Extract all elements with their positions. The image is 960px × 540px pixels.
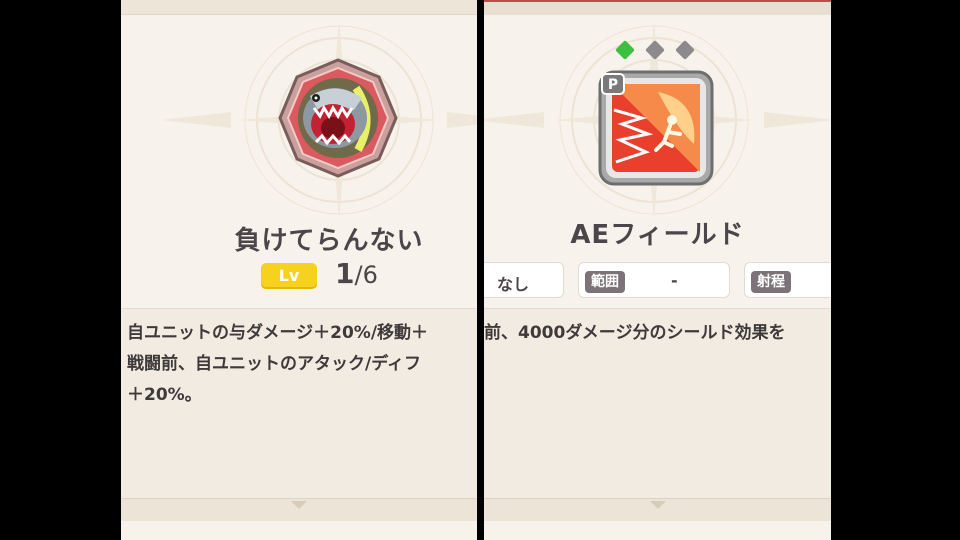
level-row: Lv 1/6 — [121, 257, 477, 307]
scroll-indicator-icon — [291, 501, 307, 509]
level-current: 1 — [335, 257, 355, 290]
top-strip — [121, 0, 477, 15]
stat-reach-label: 射程 — [751, 271, 791, 293]
description-line: ＋20%。 — [127, 385, 202, 405]
skill-icon-ae-field: P — [598, 70, 714, 186]
bottom-band — [121, 498, 477, 522]
stat-range: 範囲 - — [578, 262, 730, 298]
skill-title: AEフィールド — [570, 220, 745, 250]
skill-badge: P — [608, 77, 618, 93]
description-line: 戦闘前、自ユニットのアタック/ディフ — [127, 354, 422, 374]
description-line: 自ユニットの与ダメージ＋20%/移動＋ — [127, 323, 429, 343]
stat-range-label: 範囲 — [585, 271, 625, 293]
description-line: 前、4000ダメージ分のシールド効果を — [484, 323, 786, 343]
bottom-margin — [484, 521, 831, 540]
level-value: 1/6 — [335, 257, 378, 290]
stat-reach: 射程 — [744, 262, 831, 298]
skill-description: 前、4000ダメージ分のシールド効果を — [484, 318, 785, 349]
skill-description: 自ユニットの与ダメージ＋20%/移動＋ 戦闘前、自ユニットのアタック/ディフ ＋… — [127, 318, 428, 411]
level-badge: Lv — [261, 263, 317, 289]
skill-icon-shark — [278, 58, 398, 178]
skill-detail-panel-left: 負けてらんない Lv 1/6 自ユニットの与ダメージ＋20%/移動＋ 戦闘前、自… — [121, 0, 477, 540]
skill-detail-panel-right: P AEフィールド なし 範囲 - 射程 前、4000ダメージ分のシールド効果を — [484, 0, 831, 540]
stat-range-value: - — [671, 271, 678, 290]
bottom-margin — [121, 521, 477, 540]
stat-type-value: なし — [497, 275, 530, 294]
stats-row: なし 範囲 - 射程 — [484, 262, 831, 300]
stat-type: なし — [484, 262, 564, 298]
level-max: /6 — [354, 261, 378, 289]
bottom-band — [484, 498, 831, 522]
skill-title: 負けてらんない — [234, 226, 424, 256]
scroll-indicator-icon — [649, 501, 666, 509]
